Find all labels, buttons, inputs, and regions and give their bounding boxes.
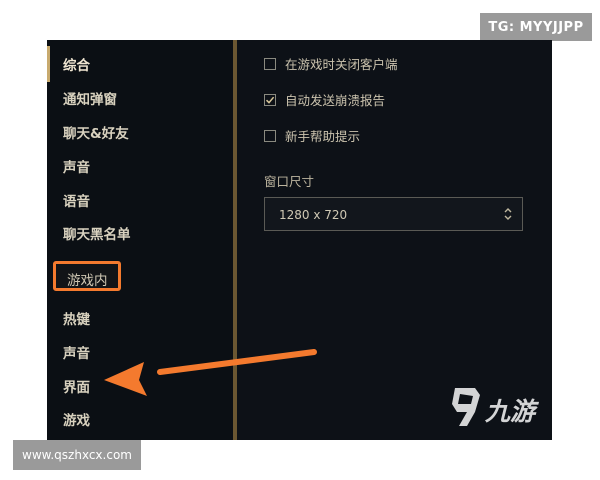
- crash-report-label: 自动发送崩溃报告: [285, 93, 386, 108]
- window-size-label: 窗口尺寸: [264, 174, 315, 189]
- window-size-select[interactable]: 1280 x 720: [264, 197, 523, 231]
- close-client-label: 在游戏时关闭客户端: [285, 57, 398, 72]
- sidebar-section-in-game[interactable]: 游戏内: [67, 269, 108, 289]
- new-player-tips-checkbox[interactable]: [264, 129, 276, 142]
- active-item-indicator: [47, 46, 50, 82]
- settings-window: 综合 通知弹窗 聊天&好友 声音 语音 聊天黑名单 游戏内 热键 声音 界面 游…: [47, 40, 552, 440]
- close-client-checkbox[interactable]: [264, 57, 276, 70]
- sidebar-item-game[interactable]: 游戏: [63, 409, 90, 429]
- close-client-in-game-option[interactable]: 在游戏时关闭客户端: [264, 54, 398, 73]
- jiuyou-logo: 九游: [447, 382, 557, 432]
- sidebar-item-chat-friends[interactable]: 聊天&好友: [63, 122, 129, 142]
- window-size-value: 1280 x 720: [279, 208, 348, 222]
- screenshot-canvas: TG: MYYJJPP 综合 通知弹窗 聊天&好友 声音 语音 聊天黑名单 游戏…: [0, 0, 600, 480]
- chevron-up-down-icon: [504, 208, 512, 220]
- telegram-watermark-text: TG: MYYJJPP: [488, 19, 584, 35]
- telegram-watermark: TG: MYYJJPP: [480, 13, 592, 41]
- sidebar-item-sound[interactable]: 声音: [63, 156, 90, 176]
- general-settings-panel: 在游戏时关闭客户端 自动发送崩溃报告 新手帮助提示 窗口尺寸 1280 x 72…: [237, 40, 552, 440]
- site-watermark-text: www.qszhxcx.com: [22, 448, 132, 462]
- new-player-tips-label: 新手帮助提示: [285, 129, 361, 144]
- settings-sidebar: 综合 通知弹窗 聊天&好友 声音 语音 聊天黑名单 游戏内 热键 声音 界面 游…: [47, 40, 233, 440]
- sidebar-item-chat-blacklist[interactable]: 聊天黑名单: [63, 223, 131, 243]
- jiuyou-logo-text: 九游: [485, 397, 536, 426]
- sidebar-item-voice[interactable]: 语音: [63, 190, 90, 210]
- sidebar-item-general[interactable]: 综合: [63, 54, 90, 74]
- sidebar-item-in-game-sound[interactable]: 声音: [63, 342, 90, 362]
- sidebar-item-hotkeys[interactable]: 热键: [63, 308, 90, 328]
- crash-report-checkbox[interactable]: [264, 93, 276, 106]
- sidebar-item-notifications[interactable]: 通知弹窗: [63, 88, 117, 108]
- check-icon: [265, 96, 275, 104]
- new-player-tips-option[interactable]: 新手帮助提示: [264, 126, 360, 145]
- auto-send-crash-report-option[interactable]: 自动发送崩溃报告: [264, 90, 385, 109]
- sidebar-item-interface[interactable]: 界面: [63, 376, 90, 396]
- site-watermark: www.qszhxcx.com: [13, 440, 141, 470]
